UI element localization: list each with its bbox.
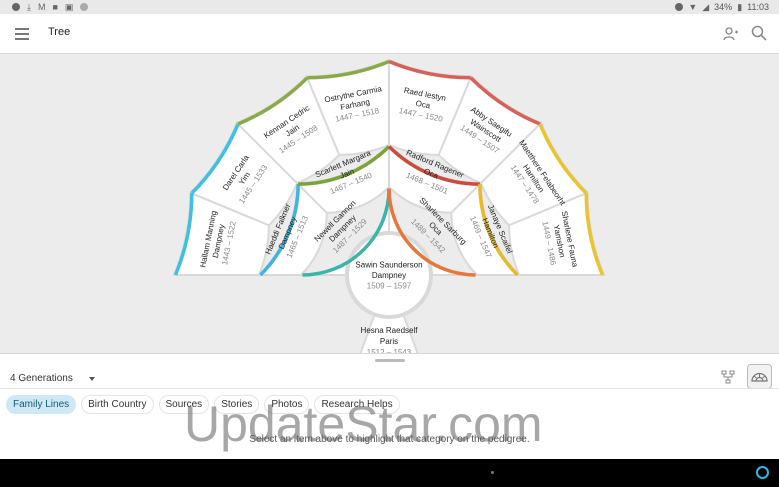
download-icon: ⤓ [27, 2, 31, 12]
fan-view-button[interactable] [747, 364, 772, 389]
clock: 11:03 [747, 2, 769, 12]
battery-level: 34% [714, 2, 733, 12]
chevron-down-icon [88, 376, 95, 381]
home-indicator[interactable] [491, 471, 494, 474]
shopping-bag-icon: ▣ [64, 2, 74, 12]
signal-icon: ◢ [702, 2, 710, 12]
battery-icon: ▮ [737, 2, 743, 12]
chip-birth-country[interactable]: Birth Country [81, 395, 154, 414]
page-title: Tree [48, 26, 71, 38]
fan-view-icon [751, 372, 768, 382]
person-name: Paris [380, 337, 398, 346]
tree-view-icon[interactable] [721, 370, 735, 384]
person-name: Dampney [372, 271, 406, 280]
person-name: Hesna Raedself [361, 326, 419, 335]
do-not-disturb-icon [675, 3, 684, 11]
generations-label: 4 Generations [10, 373, 73, 384]
chip-family-lines[interactable]: Family Lines [6, 395, 77, 414]
circle-icon [80, 3, 89, 11]
pedigree-fan-chart[interactable]: Hallam ManningDampney1443 – 1522Darel Ca… [0, 54, 779, 354]
person-dates: 1509 – 1597 [367, 281, 412, 290]
gmail-icon: M [37, 2, 46, 12]
search-icon[interactable] [751, 25, 767, 41]
drag-handle[interactable] [375, 359, 405, 362]
wifi-icon: ▼ [688, 2, 698, 12]
status-bar: ⤓ M ■ ▣ ▼ ◢ 34% ▮ 11:03 [0, 0, 779, 14]
menu-icon[interactable] [15, 28, 29, 40]
app-bar: Tree [0, 14, 779, 54]
assistant-icon[interactable] [756, 466, 769, 479]
generations-dropdown[interactable]: 4 Generations [10, 373, 95, 384]
folder-icon: ■ [52, 2, 58, 12]
divider [0, 388, 779, 389]
notification-icon [12, 3, 20, 11]
watermark-text: UpdateStar.com [184, 396, 543, 452]
person-switch-icon[interactable] [723, 26, 739, 42]
pedigree-fan-chart-area: Hallam Manning Dampney 1443 – 1522 Darel Ca… [0, 54, 779, 354]
person-name: Sawin Saunderson [355, 260, 422, 269]
app-window: ⤓ M ■ ▣ ▼ ◢ 34% ▮ 11:03 Tree Hallam Mann… [0, 0, 779, 487]
navigation-bar [0, 459, 779, 487]
